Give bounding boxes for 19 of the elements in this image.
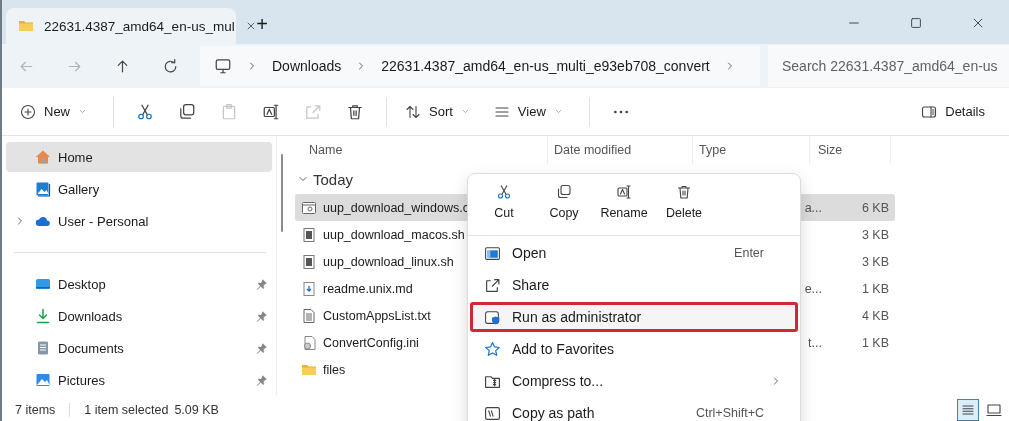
file-size: 3 KB: [861, 254, 889, 269]
file-name: uup_download_macos.sh: [323, 227, 465, 242]
file-type: t...: [808, 335, 822, 350]
selection-count: 1 item selected: [84, 403, 169, 417]
file-name: readme.unix.md: [323, 281, 413, 296]
file-name: CustomAppsList.txt: [323, 308, 431, 323]
file-name: files: [323, 362, 346, 377]
file-name: uup_download_linux.sh: [323, 254, 454, 269]
file-size: 3 KB: [861, 227, 889, 242]
file-size: 1 KB: [861, 281, 889, 296]
item-count: 7 items: [15, 403, 56, 417]
selection-size: 5.09 KB: [174, 403, 219, 417]
file-name: uup_download_windows.c: [323, 200, 469, 215]
file-type: e...: [804, 281, 822, 296]
file-name: ConvertConfig.ini: [323, 335, 419, 350]
file-size: 6 KB: [861, 200, 889, 215]
file-size: 1 KB: [861, 335, 889, 350]
file-size: 4 KB: [861, 308, 889, 323]
file-type: a...: [804, 200, 822, 215]
